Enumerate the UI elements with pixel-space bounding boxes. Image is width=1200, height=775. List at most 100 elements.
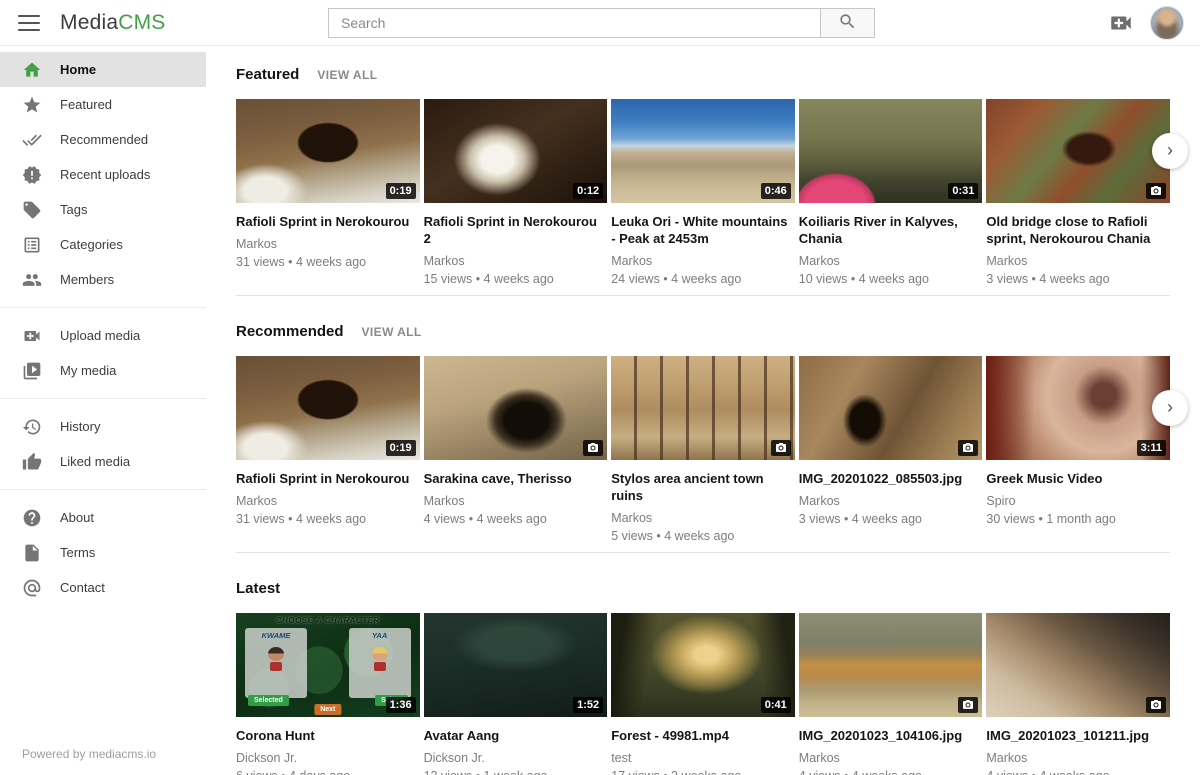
logo-cms: CMS — [118, 11, 165, 34]
media-author[interactable]: Markos — [799, 254, 983, 269]
sidebar-item-about[interactable]: About — [0, 500, 206, 535]
sidebar-item-upload-media[interactable]: Upload media — [0, 318, 206, 353]
media-title[interactable]: Leuka Ori - White mountains - Peak at 24… — [611, 213, 795, 247]
media-author[interactable]: Markos — [611, 254, 795, 269]
media-author[interactable]: Dickson Jr. — [236, 751, 420, 766]
media-card[interactable]: Sarakina cave, TherissoMarkos4 views • 4… — [424, 356, 608, 544]
user-avatar[interactable] — [1150, 6, 1184, 40]
sidebar-item-featured[interactable]: Featured — [0, 87, 206, 122]
media-title[interactable]: Stylos area ancient town ruins — [611, 470, 795, 504]
media-author[interactable]: test — [611, 751, 795, 766]
media-card[interactable]: 0:19Rafioli Sprint in NerokourouMarkos31… — [236, 99, 420, 287]
media-section: LatestCHOOSE A CHARACTERKWAMEYAASelected… — [236, 553, 1170, 775]
sidebar-item-label: Home — [60, 62, 96, 77]
media-title[interactable]: Corona Hunt — [236, 727, 420, 744]
sidebar-item-label: Terms — [60, 545, 95, 560]
media-thumbnail[interactable] — [986, 99, 1170, 203]
media-author[interactable]: Markos — [986, 751, 1170, 766]
video-library-icon — [22, 361, 42, 381]
sidebar-item-my-media[interactable]: My media — [0, 353, 206, 388]
view-all-link[interactable]: VIEW ALL — [362, 325, 422, 339]
media-title[interactable]: Rafioli Sprint in Nerokourou 2 — [424, 213, 608, 247]
media-author[interactable]: Markos — [236, 237, 420, 252]
app-logo[interactable]: MediaCMS — [60, 11, 165, 35]
media-title[interactable]: IMG_20201023_101211.jpg — [986, 727, 1170, 744]
search-input[interactable] — [328, 8, 820, 38]
game-character-panel: YAA — [349, 628, 411, 698]
media-card[interactable]: 0:46 Leuka Ori - White mountains - Peak a… — [611, 99, 795, 287]
sidebar-item-label: Contact — [60, 580, 105, 595]
media-card[interactable]: 0:31 Koiliaris River in Kalyves, Chania Ma… — [799, 99, 983, 287]
sidebar-item-liked-media[interactable]: Liked media — [0, 444, 206, 479]
media-thumbnail[interactable] — [799, 613, 983, 717]
media-author[interactable]: Spiro — [986, 494, 1170, 509]
duration-badge: 1:36 — [386, 697, 416, 713]
media-thumbnail[interactable]: 0:19 — [236, 356, 420, 460]
view-all-link[interactable]: VIEW ALL — [317, 68, 377, 82]
sidebar-item-terms[interactable]: Terms — [0, 535, 206, 570]
game-character-sprite — [266, 647, 286, 671]
media-thumbnail[interactable]: 0:31 — [799, 99, 983, 203]
sidebar-item-recommended[interactable]: Recommended — [0, 122, 206, 157]
media-card[interactable]: Old bridge close to Rafioli sprint, Nero… — [986, 99, 1170, 287]
media-title[interactable]: IMG_20201023_104106.jpg — [799, 727, 983, 744]
media-title[interactable]: IMG_20201022_085503.jpg — [799, 470, 983, 487]
media-card[interactable]: IMG_20201023_101211.jpgMarkos4 views • 4… — [986, 613, 1170, 775]
media-thumbnail[interactable]: 3:11 — [986, 356, 1170, 460]
sidebar-item-categories[interactable]: Categories — [0, 227, 206, 262]
sidebar-item-label: Members — [60, 272, 114, 287]
media-thumbnail[interactable] — [611, 356, 795, 460]
media-card[interactable]: CHOOSE A CHARACTERKWAMEYAASelectedSelect… — [236, 613, 420, 775]
media-author[interactable]: Markos — [799, 494, 983, 509]
hamburger-menu-icon[interactable] — [18, 15, 40, 31]
media-author[interactable]: Markos — [424, 494, 608, 509]
media-thumbnail[interactable]: 0:12 — [424, 99, 608, 203]
sidebar-item-label: Featured — [60, 97, 112, 112]
media-thumbnail[interactable]: 0:19 — [236, 99, 420, 203]
media-thumbnail[interactable]: 0:46 — [611, 99, 795, 203]
character-head — [372, 647, 388, 661]
media-thumbnail[interactable]: 0:41 — [611, 613, 795, 717]
media-author[interactable]: Markos — [611, 511, 795, 526]
media-thumbnail[interactable] — [424, 356, 608, 460]
media-title[interactable]: Rafioli Sprint in Nerokourou — [236, 470, 420, 487]
sidebar-item-members[interactable]: Members — [0, 262, 206, 297]
media-author[interactable]: Markos — [986, 254, 1170, 269]
media-thumbnail[interactable] — [986, 613, 1170, 717]
media-title[interactable]: Old bridge close to Rafioli sprint, Nero… — [986, 213, 1170, 247]
media-author[interactable]: Markos — [799, 751, 983, 766]
media-card[interactable]: IMG_20201022_085503.jpgMarkos3 views • 4… — [799, 356, 983, 544]
carousel-next-button[interactable]: › — [1152, 133, 1188, 169]
media-author[interactable]: Dickson Jr. — [424, 751, 608, 766]
media-card[interactable]: 0:41Forest - 49981.mp4test17 views • 3 w… — [611, 613, 795, 775]
sidebar-item-tags[interactable]: Tags — [0, 192, 206, 227]
media-title[interactable]: Greek Music Video — [986, 470, 1170, 487]
media-thumbnail[interactable] — [799, 356, 983, 460]
media-author[interactable]: Markos — [236, 494, 420, 509]
media-card[interactable]: 1:52Avatar AangDickson Jr.12 views • 1 w… — [424, 613, 608, 775]
media-thumbnail[interactable]: CHOOSE A CHARACTERKWAMEYAASelectedSelect… — [236, 613, 420, 717]
duration-badge: 1:52 — [573, 697, 603, 713]
sidebar-item-contact[interactable]: Contact — [0, 570, 206, 605]
game-selected-button: Selected — [248, 695, 289, 706]
sidebar-item-history[interactable]: History — [0, 409, 206, 444]
media-title[interactable]: Avatar Aang — [424, 727, 608, 744]
media-title[interactable]: Koiliaris River in Kalyves, Chania — [799, 213, 983, 247]
media-title[interactable]: Sarakina cave, Therisso — [424, 470, 608, 487]
sidebar-item-recent-uploads[interactable]: Recent uploads — [0, 157, 206, 192]
media-author[interactable]: Markos — [424, 254, 608, 269]
game-character-sprite — [370, 647, 390, 671]
search-button[interactable] — [820, 8, 875, 38]
media-card[interactable]: 3:11Greek Music VideoSpiro30 views • 1 m… — [986, 356, 1170, 544]
sidebar-item-home[interactable]: Home — [0, 52, 206, 87]
carousel-next-button[interactable]: › — [1152, 390, 1188, 426]
media-title[interactable]: Rafioli Sprint in Nerokourou — [236, 213, 420, 230]
media-card[interactable]: 0:12 Rafioli Sprint in Nerokourou 2 Markos… — [424, 99, 608, 287]
media-title[interactable]: Forest - 49981.mp4 — [611, 727, 795, 744]
search-bar — [328, 8, 875, 38]
media-card[interactable]: 0:19Rafioli Sprint in NerokourouMarkos31… — [236, 356, 420, 544]
upload-media-icon[interactable] — [1108, 10, 1134, 36]
media-thumbnail[interactable]: 1:52 — [424, 613, 608, 717]
media-card[interactable]: Stylos area ancient town ruinsMarkos5 vi… — [611, 356, 795, 544]
media-card[interactable]: IMG_20201023_104106.jpgMarkos4 views • 4… — [799, 613, 983, 775]
